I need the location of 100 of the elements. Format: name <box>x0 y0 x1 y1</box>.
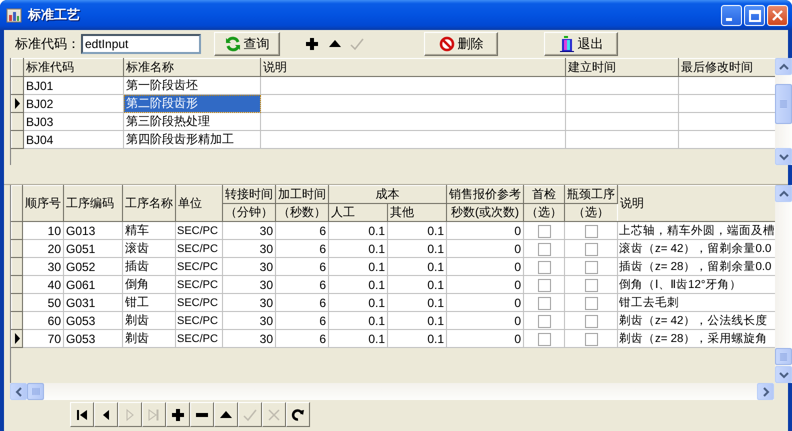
column-header[interactable]: 最后修改时间 <box>678 58 776 76</box>
column-header[interactable]: 说明 <box>260 58 566 76</box>
checkbox[interactable] <box>538 278 550 292</box>
cross-icon <box>266 406 282 422</box>
column-header[interactable]: （选） <box>524 204 564 222</box>
table-cell: 6 <box>276 222 328 240</box>
scroll-right-button[interactable] <box>757 383 774 400</box>
previous-button[interactable] <box>94 402 118 427</box>
checkbox[interactable] <box>584 260 598 274</box>
column-header[interactable]: 工序编码 <box>64 186 122 222</box>
table-cell: 30 <box>222 240 276 258</box>
column-header[interactable]: 销售报价参考 <box>446 186 524 204</box>
table-cell: 第三阶段热处理 <box>124 112 260 130</box>
checkbox[interactable] <box>538 224 550 238</box>
chevron-right-icon <box>760 386 770 398</box>
table-cell: 6 <box>276 240 328 258</box>
checkbox[interactable] <box>538 332 550 346</box>
grip-icon <box>780 100 787 108</box>
table-cell: G053 <box>64 312 122 330</box>
table-cell: SEC/PC <box>176 240 222 258</box>
table-cell: SEC/PC <box>176 330 222 348</box>
scroll-down-button[interactable] <box>775 148 792 165</box>
scroll-thumb[interactable] <box>27 383 44 400</box>
column-header[interactable]: 人工 <box>328 204 388 222</box>
table-cell: 插齿 <box>122 258 176 276</box>
refresh-icon <box>290 406 306 422</box>
remove-button[interactable] <box>190 402 214 427</box>
checkbox[interactable] <box>584 224 598 238</box>
column-header[interactable]: 说明 <box>618 186 776 222</box>
table-cell: 0.1 <box>388 330 446 348</box>
table-cell: 0.1 <box>388 294 446 312</box>
table-cell: BJ04 <box>24 130 124 148</box>
table-cell: 0 <box>446 240 524 258</box>
table-cell: 剃齿 <box>122 312 176 330</box>
table-cell: 0.1 <box>328 330 388 348</box>
column-header[interactable]: 标准代码 <box>24 58 124 76</box>
table-cell: G051 <box>64 240 122 258</box>
table-cell: 6 <box>276 312 328 330</box>
checkbox[interactable] <box>584 296 598 310</box>
column-header[interactable]: 加工时间 <box>276 186 328 204</box>
maximize-button[interactable] <box>744 4 765 26</box>
column-header[interactable]: 首检 <box>524 186 564 204</box>
chevron-down-icon <box>778 370 790 380</box>
minus-icon <box>196 412 208 416</box>
table-cell: 0 <box>446 258 524 276</box>
column-header[interactable]: （秒数） <box>276 204 328 222</box>
refresh-button[interactable] <box>286 402 310 427</box>
checkbox[interactable] <box>584 314 598 328</box>
scroll-up-button[interactable] <box>775 58 792 75</box>
column-header[interactable]: 标准名称 <box>124 58 260 76</box>
table-cell: BJ01 <box>24 76 124 94</box>
column-header[interactable]: 转接时间 <box>222 186 276 204</box>
column-header[interactable]: 单位 <box>176 186 222 222</box>
column-header[interactable]: 工序名称 <box>122 186 176 222</box>
column-header[interactable]: 瓶颈工序 <box>564 186 618 204</box>
no-entry-icon <box>438 36 454 52</box>
exit-button[interactable]: 退出 <box>544 32 618 56</box>
column-header[interactable]: （分钟） <box>222 204 276 222</box>
query-button[interactable]: 查询 <box>214 32 280 56</box>
table-cell: 0.1 <box>328 276 388 294</box>
table-cell: 30 <box>22 258 64 276</box>
table-cell: SEC/PC <box>176 294 222 312</box>
checkbox[interactable] <box>538 296 550 310</box>
code-input[interactable]: edtInput <box>81 34 201 54</box>
column-header[interactable]: 秒数(或次数) <box>446 204 524 222</box>
table-cell: BJ02 <box>24 94 124 112</box>
checkbox[interactable] <box>584 278 598 292</box>
grip-icon <box>780 352 787 360</box>
check-icon <box>349 36 365 52</box>
table-cell: SEC/PC <box>176 312 222 330</box>
table-cell: 滚齿 <box>122 240 176 258</box>
table-cell: 0.1 <box>388 222 446 240</box>
minimize-button[interactable] <box>721 4 742 26</box>
column-header[interactable]: 建立时间 <box>566 58 678 76</box>
scroll-thumb[interactable] <box>775 348 792 365</box>
table-cell: SEC/PC <box>176 258 222 276</box>
first-button[interactable] <box>70 402 94 427</box>
column-header[interactable]: 顺序号 <box>22 186 64 222</box>
table-cell: G061 <box>64 276 122 294</box>
scroll-thumb[interactable] <box>775 84 792 124</box>
table-cell: 6 <box>276 294 328 312</box>
scroll-down-button[interactable] <box>775 366 792 383</box>
delete-button[interactable]: 删除 <box>424 32 498 56</box>
checkbox[interactable] <box>584 242 598 256</box>
checkbox[interactable] <box>538 242 550 256</box>
scroll-up-button[interactable] <box>775 185 792 202</box>
checkbox[interactable] <box>584 332 598 346</box>
add-button[interactable] <box>166 402 190 427</box>
column-header[interactable]: 其他 <box>388 204 446 222</box>
add-button[interactable] <box>303 35 321 53</box>
minimize-icon <box>726 18 732 20</box>
grip-icon <box>32 388 40 395</box>
scroll-left-button[interactable] <box>10 383 27 400</box>
column-header[interactable]: （选） <box>564 204 618 222</box>
up-button[interactable] <box>214 402 238 427</box>
table-cell: 30 <box>222 294 276 312</box>
checkbox[interactable] <box>538 314 550 328</box>
table-cell: G013 <box>64 222 122 240</box>
close-button[interactable] <box>767 4 788 26</box>
checkbox[interactable] <box>538 260 550 274</box>
